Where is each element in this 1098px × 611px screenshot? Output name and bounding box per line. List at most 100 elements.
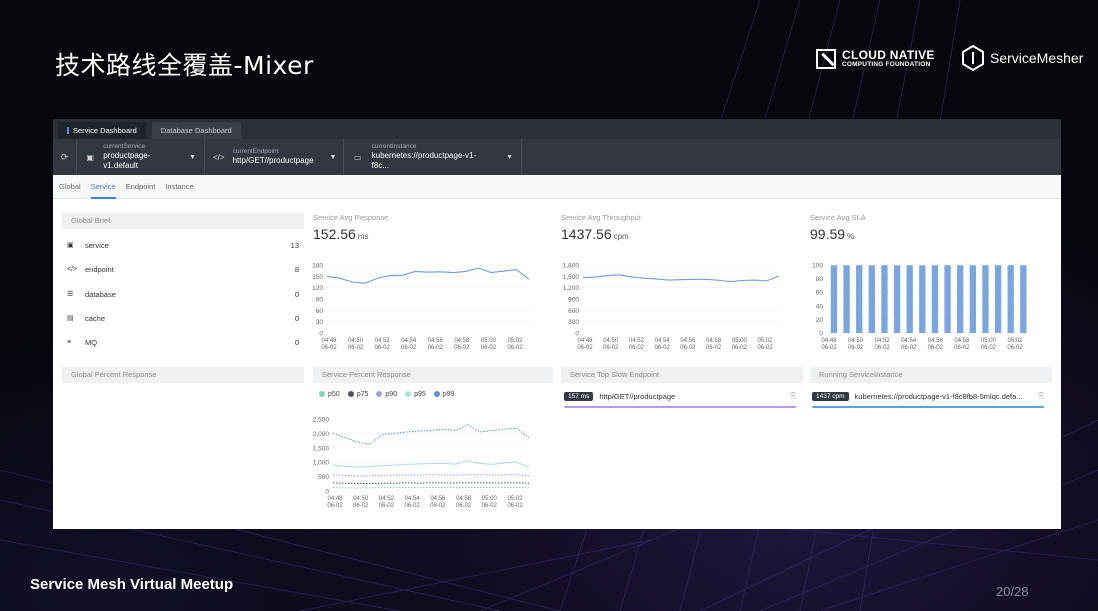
y-tick-label: 40: [816, 303, 824, 310]
sla-bar: [944, 265, 951, 333]
x-tick-label: 04:50: [848, 338, 864, 344]
chevron-down-icon: ▼: [506, 153, 513, 161]
y-tick-label: 2,500: [313, 417, 330, 424]
x-tick-label: 06-02: [1007, 345, 1023, 351]
x-tick-label: 04:56: [428, 338, 444, 344]
y-tick-label: 1,200: [563, 285, 580, 292]
running-instance-title: Running ServiceInstance: [810, 367, 1052, 383]
brief-name: cache: [85, 313, 106, 323]
metric-value-response: 152.56 ms: [313, 226, 369, 242]
x-tick-label: 05:00: [481, 338, 497, 344]
running-instance-row[interactable]: 1437 cpm kubernetes://productpage-v1-f8c…: [812, 392, 1044, 401]
x-tick-label: 04:56: [430, 496, 446, 502]
current-service-selector[interactable]: ▣ currentService productpage-v1.default …: [77, 139, 205, 175]
x-tick-label: 06-02: [981, 345, 997, 351]
y-tick-label: 20: [816, 317, 824, 324]
y-tick-label: 1,500: [313, 445, 330, 452]
latency-badge: 157 ms: [564, 392, 594, 401]
brief-count: 13: [290, 240, 299, 250]
tab-database-dashboard[interactable]: Database Dashboard: [151, 122, 241, 139]
tab-service[interactable]: Service: [90, 175, 116, 199]
sla-bar: [1020, 265, 1027, 333]
x-tick-label: 05:02: [757, 338, 773, 344]
brief-count: 0: [294, 337, 299, 347]
legend-label: p99: [442, 391, 455, 398]
legend-p75[interactable]: p75: [347, 391, 368, 398]
y-tick-label: 2,000: [313, 431, 330, 438]
slow-endpoint-row[interactable]: 157 ms http/GET//productpage ⎘: [564, 392, 796, 401]
sla-bar: [1007, 265, 1014, 333]
cncf-logo-line2: COMPUTING FOUNDATION: [842, 61, 931, 68]
brief-name: endpoint: [85, 264, 114, 274]
x-tick-label: 06-02: [507, 503, 523, 509]
brief-count: 8: [294, 264, 299, 274]
x-tick-label: 04:48: [327, 496, 343, 502]
x-tick-label: 06-02: [507, 345, 523, 351]
tab-global[interactable]: Global: [59, 175, 81, 199]
y-tick-label: 300: [568, 319, 579, 326]
legend-p90[interactable]: p90: [376, 391, 397, 398]
x-tick-label: 04:56: [680, 338, 696, 344]
legend-p99[interactable]: p99: [433, 391, 455, 398]
current-instance-selector[interactable]: ▭ currentInstance kubernetes://productpa…: [344, 139, 522, 175]
chevron-down-icon: ▼: [329, 153, 337, 161]
throughput-line-chart: 03006009001,2001,5001,80004:4806-0204:50…: [563, 263, 780, 351]
sla-bar: [994, 265, 1002, 333]
percent-response-chart: 05001,0001,5002,0002,50004:4806-0204:500…: [313, 417, 530, 509]
y-tick-label: 1,500: [563, 274, 580, 281]
x-tick-label: 06-02: [353, 503, 369, 509]
brief-row-endpoint: </> endpoint 8: [67, 263, 299, 275]
x-tick-label: 06-02: [374, 345, 390, 351]
copy-icon[interactable]: ⎘: [1038, 393, 1044, 401]
legend-p50[interactable]: p50: [319, 391, 340, 398]
tab-endpoint[interactable]: Endpoint: [126, 175, 156, 199]
queue-icon: ≡: [67, 338, 72, 346]
y-tick-label: 60: [816, 290, 824, 297]
metric-label-sla: Service Avg SLA: [810, 213, 866, 222]
series-line-p99: [332, 424, 530, 445]
running-instance-bar: [812, 406, 1044, 408]
footer-title: Service Mesh Virtual Meetup: [30, 576, 234, 593]
cncf-logo: CLOUD NATIVE COMPUTING FOUNDATION: [816, 49, 935, 69]
x-tick-label: 05:00: [732, 338, 748, 344]
x-tick-label: 04:52: [875, 338, 891, 344]
metric-label-response: Service Avg Response: [313, 213, 389, 222]
copy-icon[interactable]: ⎘: [790, 393, 796, 401]
y-tick-label: 1,800: [563, 263, 580, 270]
y-tick-label: 0: [325, 489, 329, 496]
code-icon: </>: [67, 265, 78, 273]
refresh-icon[interactable]: ⟳: [53, 139, 77, 175]
x-tick-label: 04:52: [629, 338, 645, 344]
selector-label: currentService: [103, 143, 146, 150]
tab-instance[interactable]: Instance: [165, 175, 193, 199]
brief-name: database: [85, 289, 116, 299]
x-tick-label: 05:02: [507, 338, 523, 344]
y-tick-label: 30: [316, 319, 324, 326]
tab-service-dashboard[interactable]: Service Dashboard: [58, 122, 146, 139]
global-percent-response-title: Global Percent Response: [62, 367, 304, 383]
selector-value: kubernetes://productpage-v1-f8c...: [371, 151, 477, 170]
x-tick-label: 05:00: [482, 496, 498, 502]
x-tick-label: 04:50: [603, 338, 619, 344]
x-tick-label: 06-02: [456, 503, 472, 509]
series-line-p75: [332, 482, 530, 485]
sla-bar: [982, 265, 989, 333]
cncf-mark-icon: [816, 49, 836, 69]
sla-bar: [856, 265, 863, 333]
y-tick-label: 0: [819, 331, 823, 338]
x-tick-label: 06-02: [629, 345, 645, 351]
x-tick-label: 05:00: [981, 338, 997, 344]
y-tick-label: 900: [568, 297, 579, 304]
slow-endpoint-bar: [564, 406, 796, 408]
legend-p95[interactable]: p95: [405, 391, 426, 398]
metric-value-throughput: 1437.56 cpm: [561, 226, 629, 242]
cache-icon: ▤: [67, 315, 74, 322]
current-endpoint-selector[interactable]: </> currentEndpoint http/GET//productpag…: [205, 139, 344, 175]
hexagon-icon: [962, 45, 984, 71]
x-tick-label: 06-02: [680, 345, 696, 351]
sla-bar: [830, 265, 838, 333]
slide-title: 技术路线全覆盖-Mixer: [55, 51, 314, 80]
metric-label-throughput: Service Avg Throughput: [561, 213, 641, 222]
metric-unit: %: [847, 232, 855, 241]
x-tick-label: 06-02: [732, 345, 748, 351]
